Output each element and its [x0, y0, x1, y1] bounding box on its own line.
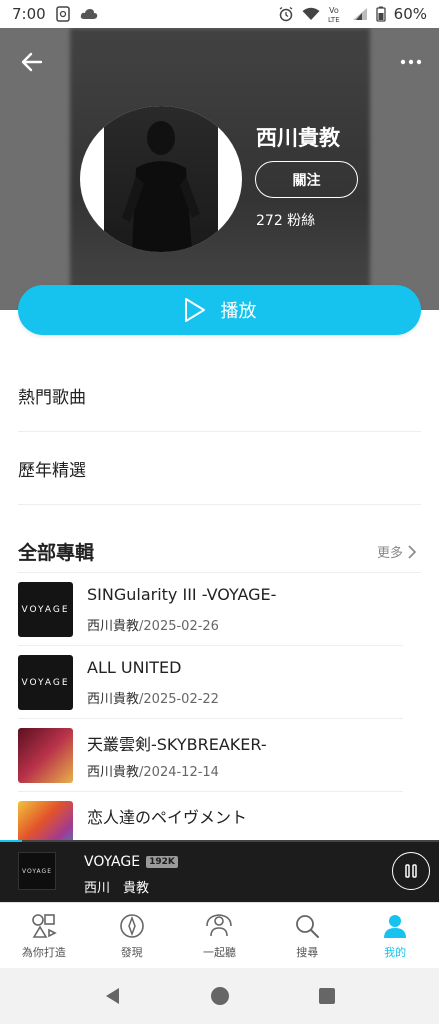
fan-count: 272 粉絲 [256, 213, 316, 229]
now-playing-artist: 西川 貴教 [84, 881, 150, 896]
artist-name: 西川貴教 [256, 126, 340, 150]
album-meta: 西川貴教/2025-02-26 [87, 615, 219, 634]
nav-discover[interactable]: 發現 [88, 903, 176, 968]
pause-button[interactable] [392, 852, 430, 890]
svg-text:Vo: Vo [329, 6, 339, 15]
album-title: ALL UNITED [87, 658, 182, 677]
artist-avatar [80, 106, 242, 252]
album-cover: VOYAGE [18, 655, 73, 710]
artist-silhouette [122, 121, 200, 252]
album-cover [18, 728, 73, 783]
album-cover: VOYAGE [18, 582, 73, 637]
hot-songs-label: 熱門歌曲 [18, 388, 86, 408]
back-arrow-icon [21, 52, 43, 72]
play-icon [184, 298, 205, 322]
for-you-icon [32, 913, 57, 938]
album-meta: 西川貴教/2025-02-22 [87, 688, 219, 707]
album-date: /2025-02-26 [139, 619, 219, 634]
alarm-icon [278, 6, 294, 22]
system-recents-icon[interactable] [318, 987, 336, 1005]
compass-icon [119, 913, 144, 938]
more-label: 更多 [376, 546, 403, 561]
svg-text:LTE: LTE [328, 16, 340, 23]
album-title: 天叢雲剣-SKYBREAKER- [87, 735, 267, 754]
now-playing-cover-text: VOYAGE [21, 867, 53, 875]
albums-more-link[interactable]: 更多 [377, 542, 417, 561]
more-options-button[interactable] [393, 44, 429, 80]
yearly-picks-row[interactable]: 歷年精選 [18, 433, 421, 505]
album-row[interactable]: 天叢雲剣-SKYBREAKER- 西川貴教/2024-12-14 [18, 719, 403, 792]
listen-together-icon [206, 913, 233, 936]
nav-search[interactable]: 搜尋 [263, 903, 351, 968]
follow-button[interactable]: 關注 [255, 161, 358, 198]
nav-listen-together[interactable]: 一起聽 [176, 903, 264, 968]
album-meta: 西川貴教/2024-12-14 [87, 761, 219, 780]
album-title: SINGularity III -VOYAGE- [87, 585, 277, 604]
album-artist: 西川貴教 [87, 765, 140, 780]
nav-label: 我的 [384, 945, 407, 959]
status-time: 7:00 [12, 5, 46, 23]
yearly-picks-label: 歷年精選 [18, 461, 86, 481]
search-icon [296, 914, 320, 938]
playback-progress-fill [0, 840, 22, 842]
quality-badge: 192K [146, 856, 178, 868]
volte-icon: Vo LTE [328, 5, 344, 23]
more-dots-icon [400, 59, 422, 65]
status-bar: 7:00 Vo LTE 60% [0, 0, 439, 28]
battery-percent: 60% [393, 5, 427, 23]
album-row[interactable]: VOYAGE ALL UNITED 西川貴教/2025-02-22 [18, 646, 403, 719]
app-notification-icon [55, 6, 70, 22]
wifi-icon [302, 7, 320, 21]
now-playing-title-row: VOYAGE 192K [84, 854, 178, 870]
chevron-right-icon [408, 544, 417, 559]
pause-icon [405, 864, 417, 878]
nav-label: 搜尋 [296, 945, 319, 959]
profile-icon [384, 914, 407, 938]
system-navigation-bar [0, 968, 439, 1024]
bottom-navigation: 為你打造 發現 一起聽 搜尋 我的 [0, 902, 439, 968]
artist-photo [104, 106, 218, 252]
system-home-icon[interactable] [209, 985, 231, 1007]
nav-for-you[interactable]: 為你打造 [0, 903, 88, 968]
nav-label: 一起聽 [202, 945, 236, 959]
artist-header: 西川貴教 關注 272 粉絲 [0, 28, 439, 310]
now-playing-title: VOYAGE [84, 854, 141, 870]
album-title: 恋人達のペイヴメント [87, 808, 248, 827]
hot-songs-row[interactable]: 熱門歌曲 [18, 360, 421, 432]
play-all-button[interactable]: 播放 [18, 285, 421, 335]
album-date: /2024-12-14 [139, 765, 219, 780]
album-cover-text: VOYAGE [21, 604, 70, 615]
album-date: /2025-02-22 [139, 692, 219, 707]
play-label: 播放 [220, 301, 257, 322]
album-row[interactable]: VOYAGE SINGularity III -VOYAGE- 西川貴教/202… [18, 573, 403, 646]
nav-label: 為你打造 [21, 945, 66, 959]
system-back-icon[interactable] [103, 986, 123, 1006]
playback-progress [0, 840, 439, 842]
albums-section-title: 全部專輯 [18, 542, 95, 564]
cloud-icon [80, 8, 98, 20]
nav-mine[interactable]: 我的 [351, 903, 439, 968]
album-cover-text: VOYAGE [21, 677, 70, 688]
signal-icon [352, 7, 368, 21]
album-artist: 西川貴教 [87, 692, 140, 707]
battery-icon [376, 6, 386, 22]
mini-player[interactable]: VOYAGE VOYAGE 192K 西川 貴教 [0, 840, 439, 902]
back-button[interactable] [14, 44, 50, 80]
album-artist: 西川貴教 [87, 619, 140, 634]
nav-label: 發現 [120, 945, 143, 959]
now-playing-cover: VOYAGE [18, 852, 56, 890]
